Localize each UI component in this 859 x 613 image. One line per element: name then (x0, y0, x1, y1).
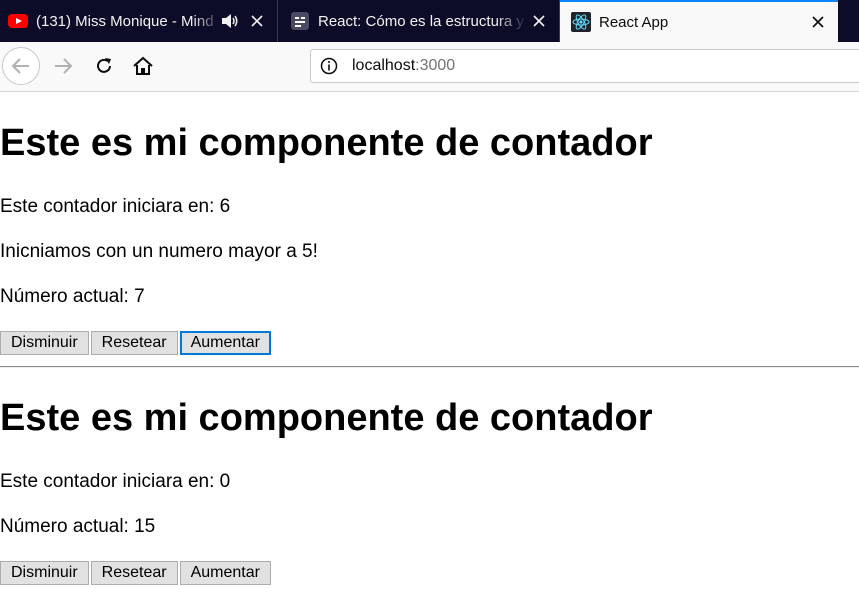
browser-tab-react-app[interactable]: React App (560, 0, 838, 42)
arrow-right-icon (55, 58, 73, 74)
reload-icon (97, 58, 111, 73)
increment-button[interactable]: Aumentar (179, 331, 271, 355)
youtube-icon (8, 11, 28, 31)
url-port: :3000 (415, 57, 456, 74)
close-icon[interactable] (806, 10, 830, 34)
increment-button[interactable]: Aumentar (179, 561, 271, 585)
browser-tab-youtube[interactable]: (131) Miss Monique - Mind (0, 0, 278, 42)
back-button[interactable] (2, 47, 40, 85)
counter-heading: Este es mi componente de contador (0, 397, 653, 439)
home-icon (133, 56, 153, 75)
url-host: localhost (352, 57, 416, 74)
button-row: Disminuir Resetear Aumentar (0, 331, 273, 355)
info-icon[interactable] (320, 56, 340, 76)
message-text: Inicniamos con un numero mayor a 5! (0, 241, 318, 262)
reset-button[interactable]: Resetear (90, 561, 178, 585)
close-icon[interactable] (245, 9, 269, 33)
url-text: localhost:3000 (352, 57, 455, 75)
url-bar[interactable]: localhost:3000 (310, 49, 859, 83)
tab-title: React: Cómo es la estructura y f (318, 12, 527, 30)
current-value-text: Número actual: 7 (0, 286, 145, 307)
tab-title: React App (599, 13, 669, 31)
decrement-button[interactable]: Disminuir (0, 331, 89, 355)
initial-value-text: Este contador iniciara en: 0 (0, 471, 231, 492)
divider (0, 366, 859, 368)
reload-button[interactable] (89, 51, 119, 81)
tab-strip: (131) Miss Monique - Mind React: Cómo es… (0, 0, 859, 42)
forward-button[interactable] (48, 51, 78, 81)
tab-title: (131) Miss Monique - Mind (36, 12, 214, 30)
page-icon (290, 11, 310, 31)
react-icon (571, 12, 591, 32)
button-row: Disminuir Resetear Aumentar (0, 561, 273, 585)
close-icon[interactable] (527, 9, 551, 33)
home-button[interactable] (128, 51, 158, 81)
speaker-icon[interactable] (221, 13, 241, 29)
navigation-bar: localhost:3000 (0, 42, 859, 92)
arrow-left-icon (11, 58, 29, 74)
browser-tab-article[interactable]: React: Cómo es la estructura y f (278, 0, 560, 42)
current-value-text: Número actual: 15 (0, 516, 156, 537)
counter-heading: Este es mi componente de contador (0, 122, 653, 164)
reset-button[interactable]: Resetear (90, 331, 178, 355)
decrement-button[interactable]: Disminuir (0, 561, 89, 585)
initial-value-text: Este contador iniciara en: 6 (0, 196, 231, 217)
